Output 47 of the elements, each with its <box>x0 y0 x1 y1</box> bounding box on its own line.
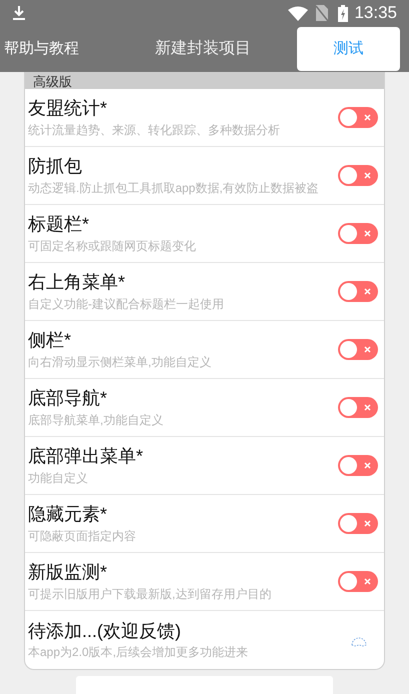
close-icon <box>364 346 371 353</box>
download-icon <box>12 5 26 21</box>
feature-description: 可隐蔽页面指定内容 <box>28 528 137 544</box>
toggle-switch[interactable] <box>338 107 378 128</box>
status-time: 13:35 <box>354 2 397 24</box>
close-icon <box>364 404 371 411</box>
feature-description: 功能自定义 <box>28 470 89 486</box>
feature-title: 侧栏* <box>28 329 72 352</box>
feature-title: 底部弹出菜单* <box>28 445 144 468</box>
toggle-switch[interactable] <box>338 513 378 534</box>
no-sim-icon <box>316 5 328 21</box>
feature-description: 统计流量趋势、来源、转化跟踪、多种数据分析 <box>28 122 281 138</box>
feature-description: 本app为2.0版本,后续会增加更多功能进来 <box>28 645 250 660</box>
feature-description: 可固定名称或跟随网页标题变化 <box>28 238 197 254</box>
close-icon <box>364 462 371 469</box>
feature-title: 友盟统计* <box>28 97 108 120</box>
close-icon <box>364 114 371 121</box>
feature-description: 向右滑动显示侧栏菜单,功能自定义 <box>28 354 212 370</box>
close-icon <box>364 520 371 527</box>
feature-title: 底部导航* <box>28 387 108 410</box>
toggle-switch[interactable] <box>338 339 378 360</box>
feature-title: 新版监测* <box>28 561 108 584</box>
close-icon <box>364 172 371 179</box>
feature-title: 右上角菜单* <box>28 271 126 294</box>
feature-title: 标题栏* <box>28 213 90 236</box>
toggle-switch[interactable] <box>338 281 378 302</box>
page-title: 新建封装项目 <box>155 38 251 59</box>
feature-description: 自定义功能-建议配合标题栏一起使用 <box>28 296 225 312</box>
wifi-icon <box>288 6 308 20</box>
toggle-switch[interactable] <box>338 223 378 244</box>
section-header: 高级版 <box>25 73 384 89</box>
feature-description: 可提示旧版用户下载最新版,达到留存用户目的 <box>28 586 272 602</box>
close-icon <box>364 288 371 295</box>
help-link[interactable]: 帮助与教程 <box>0 38 79 60</box>
toggle-switch[interactable] <box>338 571 378 592</box>
test-button[interactable]: 测试 <box>297 27 400 71</box>
toggle-switch[interactable] <box>338 165 378 186</box>
feature-description: 动态逻辑.防止抓包工具抓取app数据,有效防止数据被盗 <box>28 180 320 196</box>
feature-title: 防抓包 <box>28 155 83 178</box>
toggle-switch[interactable] <box>338 455 378 476</box>
close-icon <box>364 578 371 585</box>
feature-description: 底部导航菜单,功能自定义 <box>28 412 164 428</box>
close-icon <box>364 230 371 237</box>
toggle-switch[interactable] <box>338 397 378 418</box>
feature-title: 隐藏元素* <box>28 503 108 526</box>
battery-charging-icon <box>338 4 348 22</box>
feature-title: 待添加...(欢迎反馈) <box>28 620 182 642</box>
